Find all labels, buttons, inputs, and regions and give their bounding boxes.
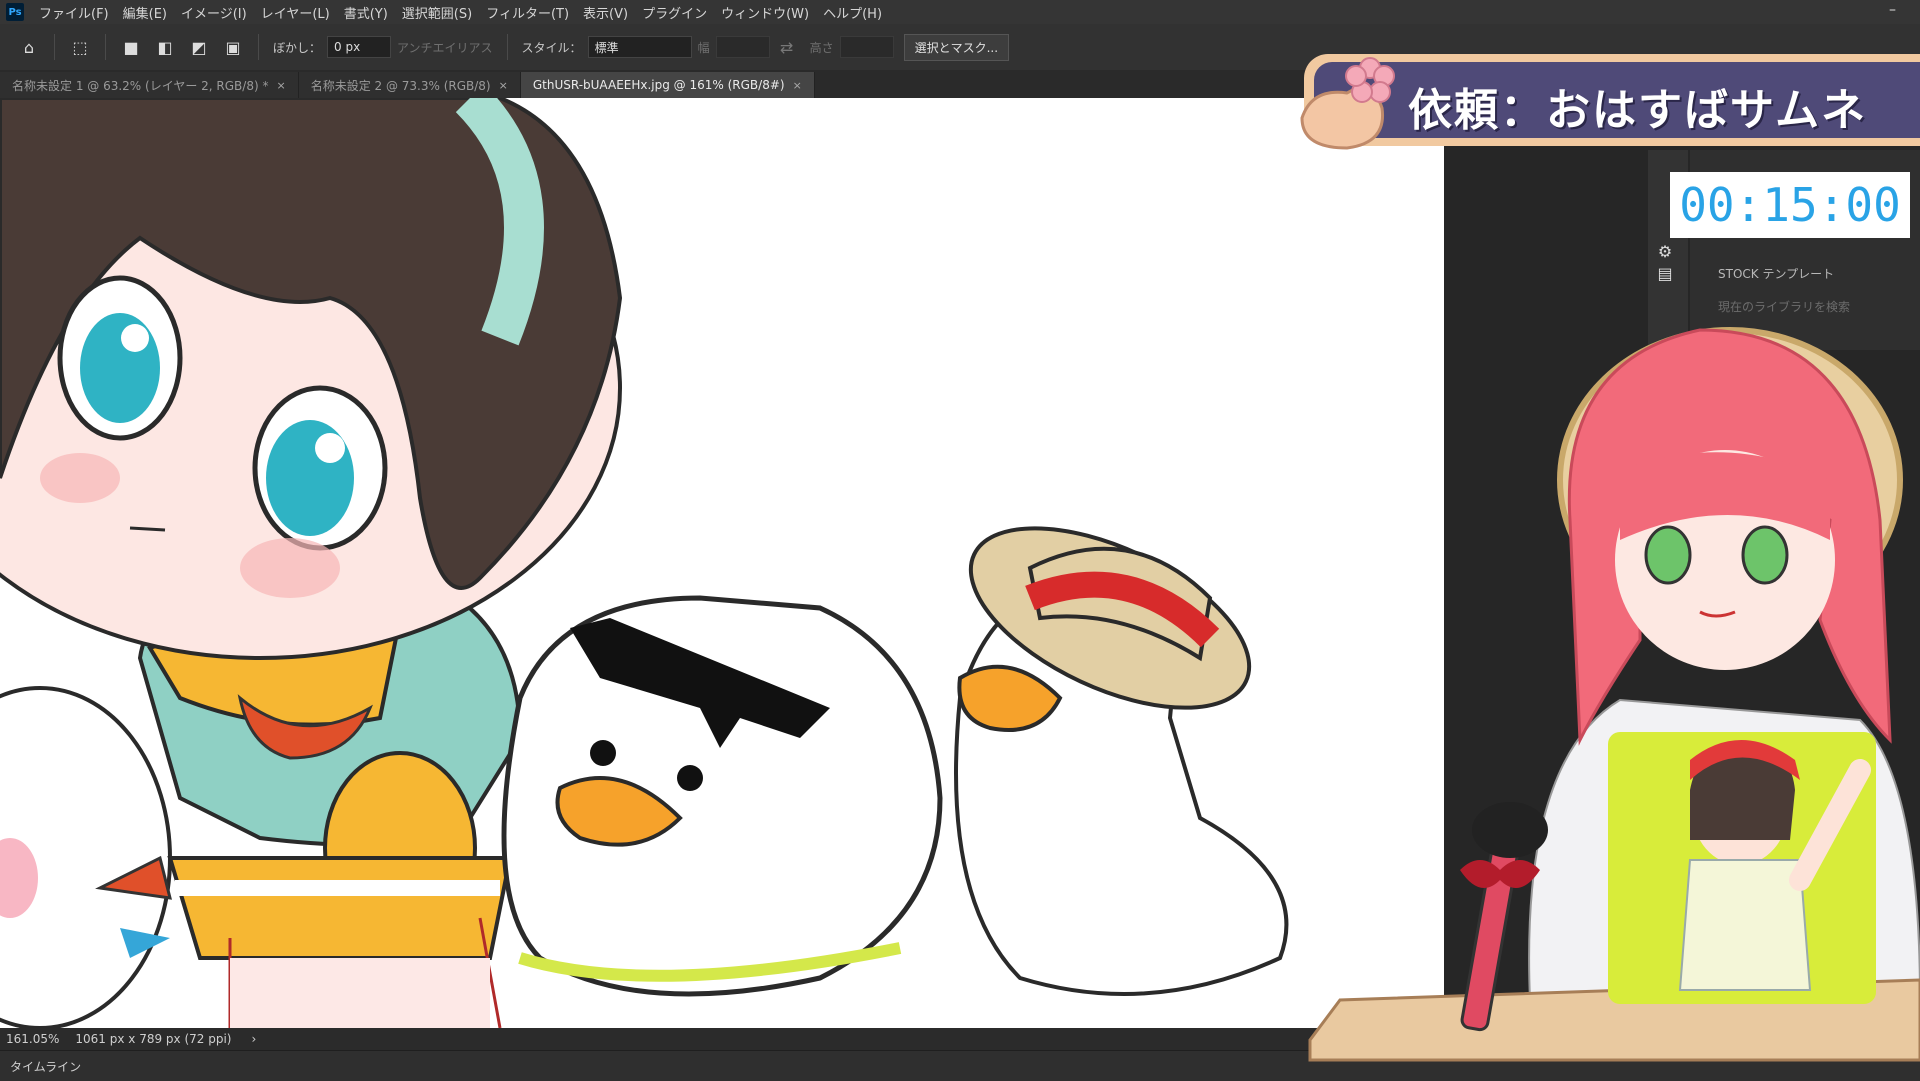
- tab-label: 名称未設定 1 @ 63.2% (レイヤー 2, RGB/8) *: [12, 78, 269, 93]
- menu-file[interactable]: ファイル(F): [32, 3, 116, 22]
- antialias-checkbox[interactable]: アンチエイリアス: [397, 39, 493, 56]
- feather-input[interactable]: 0 px: [327, 36, 392, 58]
- menu-view[interactable]: 表示(V): [576, 3, 635, 22]
- tab-label: 名称未設定 2 @ 73.3% (RGB/8): [310, 78, 491, 93]
- close-icon[interactable]: ×: [793, 79, 802, 92]
- zoom-level[interactable]: 161.05%: [6, 1032, 59, 1046]
- countdown-timer: 00:15:00: [1679, 178, 1901, 232]
- tab-document-1[interactable]: 名称未設定 1 @ 63.2% (レイヤー 2, RGB/8) * ×: [0, 72, 299, 98]
- request-title: 依頼：おはすばサムネ: [1408, 85, 1868, 136]
- width-input[interactable]: [715, 36, 770, 58]
- style-select[interactable]: 標準: [587, 36, 692, 58]
- close-icon[interactable]: ×: [499, 79, 508, 92]
- document-tabs: 名称未設定 1 @ 63.2% (レイヤー 2, RGB/8) * × 名称未設定…: [0, 70, 1440, 98]
- menu-bar: Ps ファイル(F) 編集(E) イメージ(I) レイヤー(L) 書式(Y) 選…: [0, 0, 1920, 24]
- menu-filter[interactable]: フィルター(T): [479, 3, 576, 22]
- select-and-mask-button[interactable]: 選択とマスク...: [903, 33, 1010, 61]
- document-canvas[interactable]: [0, 98, 1444, 1028]
- tab-document-2[interactable]: 名称未設定 2 @ 73.3% (RGB/8) ×: [298, 72, 521, 98]
- menu-type[interactable]: 書式(Y): [337, 3, 395, 22]
- stock-templates-link[interactable]: STOCK テンプレート: [1718, 265, 1834, 282]
- new-selection-icon[interactable]: ■: [120, 36, 142, 58]
- status-bar: 161.05% 1061 px x 789 px (72 ppi) ›: [0, 1028, 1444, 1050]
- marquee-tool-icon[interactable]: ⬚: [69, 36, 91, 58]
- status-arrow-icon[interactable]: ›: [251, 1032, 256, 1046]
- tab-label: GthUSR-bUAAEEHx.jpg @ 161% (RGB/8#): [532, 78, 785, 92]
- adjustments-icon[interactable]: ⚙: [1654, 240, 1676, 262]
- add-selection-icon[interactable]: ◧: [154, 36, 176, 58]
- menu-select[interactable]: 選択範囲(S): [395, 3, 479, 22]
- menu-window[interactable]: ウィンドウ(W): [714, 3, 816, 22]
- height-label: 高さ: [809, 40, 834, 55]
- layers-icon[interactable]: ▤: [1654, 262, 1676, 284]
- style-label: スタイル：: [521, 40, 582, 55]
- swap-icon[interactable]: ⇄: [776, 36, 798, 58]
- home-icon[interactable]: ⌂: [18, 36, 40, 58]
- request-banner: 依頼：おはすばサムネ: [1292, 48, 1920, 152]
- tab-document-3[interactable]: GthUSR-bUAAEEHx.jpg @ 161% (RGB/8#) ×: [520, 72, 815, 98]
- divider: [506, 34, 508, 60]
- timeline-label: タイムライン: [10, 1059, 82, 1074]
- subtract-selection-icon[interactable]: ◩: [188, 36, 210, 58]
- close-icon[interactable]: ×: [276, 79, 285, 92]
- menu-help[interactable]: ヘルプ(H): [816, 3, 889, 22]
- menu-layer[interactable]: レイヤー(L): [254, 3, 337, 22]
- width-label: 幅: [697, 40, 710, 55]
- timeline-panel-tab[interactable]: タイムライン: [0, 1050, 1920, 1081]
- library-search-input[interactable]: 現在のライブラリを検索: [1718, 298, 1850, 315]
- timer-box: 00:15:00: [1670, 172, 1910, 238]
- height-input[interactable]: [839, 36, 894, 58]
- minimize-icon[interactable]: –: [1889, 2, 1896, 18]
- menu-image[interactable]: イメージ(I): [174, 3, 254, 22]
- divider: [105, 34, 106, 60]
- menu-edit[interactable]: 編集(E): [116, 3, 174, 22]
- photoshop-logo-icon: Ps: [6, 3, 24, 21]
- artwork-illustration: [0, 98, 1289, 1028]
- document-info: 1061 px x 789 px (72 ppi): [75, 1032, 232, 1046]
- feather-label: ぼかし：: [273, 40, 322, 55]
- intersect-selection-icon[interactable]: ▣: [222, 36, 244, 58]
- menu-plugins[interactable]: プラグイン: [635, 3, 714, 22]
- divider: [54, 34, 55, 60]
- divider: [258, 34, 259, 60]
